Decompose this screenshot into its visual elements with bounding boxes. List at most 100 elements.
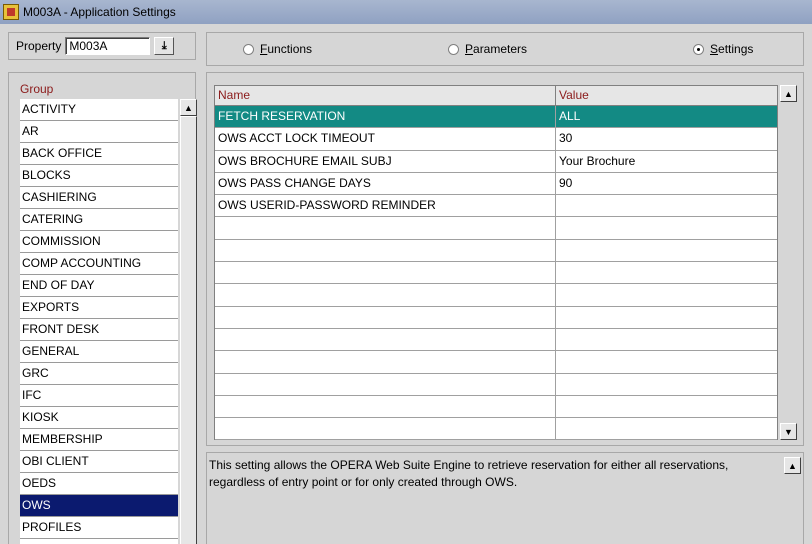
mode-radio-group: Functions Parameters Settings bbox=[206, 32, 804, 66]
setting-value-cell[interactable]: ALL bbox=[556, 106, 777, 127]
title-bar: M003A - Application Settings bbox=[0, 0, 812, 24]
scroll-up-icon[interactable]: ▲ bbox=[780, 85, 797, 102]
settings-grid: Name Value FETCH RESERVATION ALL OWS ACCT … bbox=[214, 85, 778, 441]
setting-value-cell[interactable] bbox=[556, 262, 777, 283]
grid-row[interactable] bbox=[215, 217, 777, 240]
radio-parameters-label: Parameters bbox=[465, 42, 528, 56]
group-item[interactable]: ACTIVITY bbox=[20, 99, 178, 121]
description-scrollbar[interactable]: ▲ bbox=[784, 457, 801, 544]
radio-parameters[interactable]: Parameters bbox=[448, 42, 527, 56]
property-input[interactable]: M003A bbox=[65, 37, 151, 55]
scroll-up-icon[interactable]: ▲ bbox=[784, 457, 801, 474]
group-item[interactable]: CASHIERING bbox=[20, 187, 178, 209]
grid-row[interactable] bbox=[215, 328, 777, 352]
setting-name-cell[interactable]: OWS USERID-PASSWORD REMINDER bbox=[215, 195, 556, 217]
grid-body: FETCH RESERVATION ALL OWS ACCT LOCK TIMEOU… bbox=[215, 106, 777, 441]
setting-value-cell[interactable] bbox=[556, 396, 777, 417]
group-item[interactable]: GENERAL bbox=[20, 341, 178, 363]
group-item[interactable]: GRC bbox=[20, 363, 178, 385]
grid-header: Name Value bbox=[215, 86, 777, 106]
setting-value-cell[interactable] bbox=[556, 284, 777, 305]
radio-parameters-indicator[interactable] bbox=[448, 43, 459, 55]
setting-description: This setting allows the OPERA Web Suite … bbox=[209, 458, 729, 489]
grid-row[interactable]: OWS PASS CHANGE DAYS 90 bbox=[215, 172, 777, 196]
group-item[interactable]: PROFILES bbox=[20, 517, 178, 539]
group-item[interactable]: EXPORTS bbox=[20, 297, 178, 319]
radio-settings[interactable]: Settings bbox=[693, 42, 753, 56]
setting-value-cell[interactable] bbox=[556, 351, 777, 372]
grid-row[interactable] bbox=[215, 395, 777, 419]
grid-row[interactable] bbox=[215, 284, 777, 307]
setting-value-cell[interactable]: Your Brochure bbox=[556, 151, 777, 172]
group-panel: Group ACTIVITY AR BACK OFFICE BLOCKS CASHIER… bbox=[8, 72, 197, 544]
group-item[interactable]: FRONT DESK bbox=[20, 319, 178, 341]
group-item[interactable]: AR bbox=[20, 121, 178, 143]
group-scrollbar[interactable]: ▲ bbox=[180, 99, 197, 544]
setting-name-cell[interactable] bbox=[215, 418, 556, 440]
scroll-up-icon[interactable]: ▲ bbox=[180, 99, 197, 116]
setting-value-cell[interactable] bbox=[556, 374, 777, 395]
group-item[interactable]: BACK OFFICE bbox=[20, 143, 178, 165]
column-header-name[interactable]: Name bbox=[215, 86, 556, 105]
grid-scrollbar[interactable]: ▲ ▼ bbox=[780, 85, 797, 440]
setting-name-cell[interactable] bbox=[215, 328, 556, 351]
app-icon bbox=[3, 4, 19, 20]
group-item[interactable]: END OF DAY bbox=[20, 275, 178, 297]
setting-name-cell[interactable] bbox=[215, 395, 556, 418]
group-item[interactable]: KIOSK bbox=[20, 407, 178, 429]
setting-value-cell[interactable]: 30 bbox=[556, 128, 777, 149]
down-arrow-underline-icon: ⤓ bbox=[161, 39, 167, 52]
setting-name-cell[interactable] bbox=[215, 373, 556, 395]
setting-name-cell[interactable] bbox=[215, 217, 556, 239]
setting-value-cell[interactable] bbox=[556, 217, 777, 238]
description-panel: This setting allows the OPERA Web Suite … bbox=[206, 452, 804, 544]
setting-name-cell[interactable] bbox=[215, 351, 556, 373]
group-item[interactable]: COMMISSION bbox=[20, 231, 178, 253]
setting-name-cell[interactable] bbox=[215, 239, 556, 262]
setting-name-cell[interactable]: OWS ACCT LOCK TIMEOUT bbox=[215, 128, 556, 150]
grid-row[interactable] bbox=[215, 373, 777, 396]
group-item[interactable]: OEDS bbox=[20, 473, 178, 495]
grid-scroll-track[interactable] bbox=[780, 102, 797, 423]
grid-row[interactable]: OWS USERID-PASSWORD REMINDER bbox=[215, 195, 777, 218]
grid-row[interactable] bbox=[215, 418, 777, 441]
grid-row[interactable]: FETCH RESERVATION ALL bbox=[215, 106, 777, 129]
group-item[interactable]: BLOCKS bbox=[20, 165, 178, 187]
radio-functions-label: Functions bbox=[260, 42, 313, 56]
group-item[interactable]: MEMBERSHIP bbox=[20, 429, 178, 451]
setting-value-cell[interactable] bbox=[556, 195, 777, 216]
setting-value-cell[interactable] bbox=[556, 418, 777, 439]
group-item[interactable]: IFC bbox=[20, 385, 178, 407]
setting-name-cell[interactable] bbox=[215, 262, 556, 284]
grid-row[interactable]: OWS ACCT LOCK TIMEOUT 30 bbox=[215, 128, 777, 151]
grid-row[interactable] bbox=[215, 351, 777, 374]
group-scroll-thumb[interactable] bbox=[180, 116, 197, 544]
setting-name-cell[interactable]: OWS BROCHURE EMAIL SUBJ bbox=[215, 150, 556, 172]
settings-grid-panel: Name Value FETCH RESERVATION ALL OWS ACCT … bbox=[206, 72, 804, 446]
grid-row[interactable] bbox=[215, 306, 777, 329]
radio-settings-label: Settings bbox=[710, 42, 754, 56]
setting-name-cell[interactable]: OWS PASS CHANGE DAYS bbox=[215, 172, 556, 195]
grid-row[interactable] bbox=[215, 239, 777, 263]
radio-functions-indicator[interactable] bbox=[243, 43, 254, 55]
setting-name-cell[interactable] bbox=[215, 306, 556, 328]
setting-name-cell[interactable] bbox=[215, 284, 556, 306]
grid-row[interactable]: OWS BROCHURE EMAIL SUBJ Your Brochure bbox=[215, 150, 777, 173]
property-lov-button[interactable]: ⤓ bbox=[154, 37, 175, 55]
setting-value-cell[interactable] bbox=[556, 329, 777, 350]
radio-settings-indicator[interactable] bbox=[693, 43, 704, 55]
radio-functions[interactable]: Functions bbox=[243, 42, 312, 56]
group-item[interactable]: OWS bbox=[20, 495, 178, 517]
group-item[interactable]: COMP ACCOUNTING bbox=[20, 253, 178, 275]
setting-name-cell[interactable]: FETCH RESERVATION bbox=[215, 106, 556, 128]
column-header-value[interactable]: Value bbox=[556, 86, 777, 105]
group-item[interactable]: CATERING bbox=[20, 209, 178, 231]
setting-value-cell[interactable] bbox=[556, 240, 777, 261]
group-item[interactable]: OBI CLIENT bbox=[20, 451, 178, 473]
setting-value-cell[interactable]: 90 bbox=[556, 173, 777, 194]
property-panel: Property M003A ⤓ bbox=[8, 32, 196, 60]
scroll-down-icon[interactable]: ▼ bbox=[780, 423, 797, 440]
grid-row[interactable] bbox=[215, 262, 777, 285]
setting-value-cell[interactable] bbox=[556, 307, 777, 328]
group-title: Group bbox=[20, 82, 54, 96]
